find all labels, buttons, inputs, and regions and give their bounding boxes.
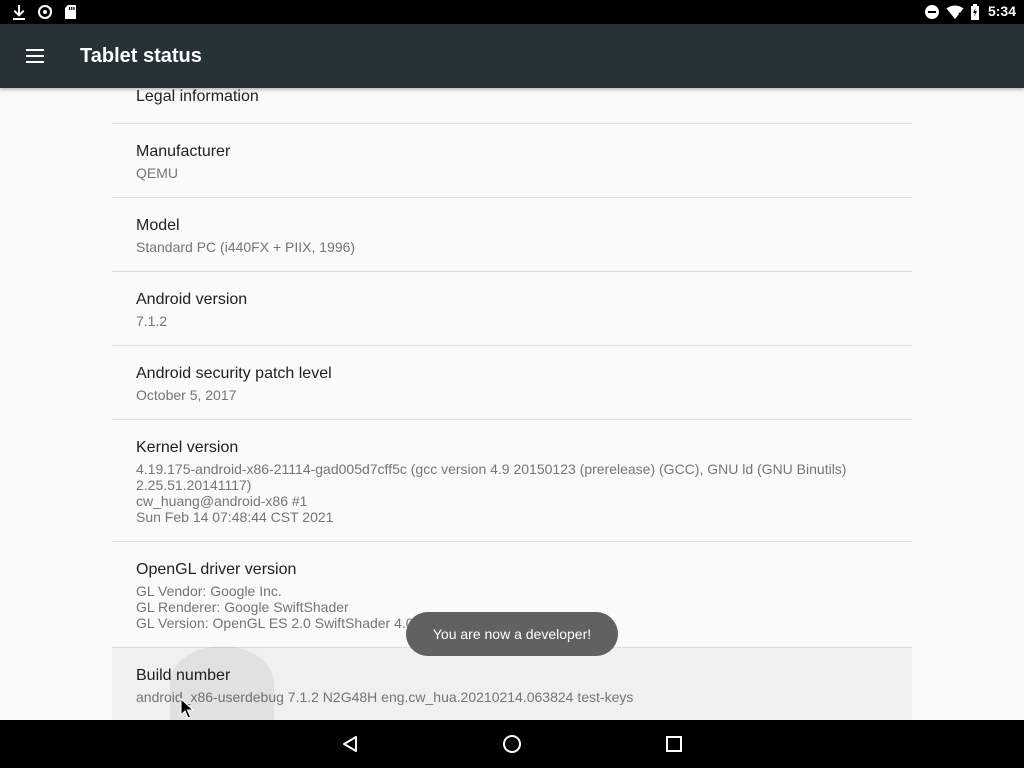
do-not-disturb-icon [924,4,940,20]
settings-item-summary: 7.1.2 [136,313,168,329]
sync-icon [37,4,53,20]
navigation-bar [0,720,1024,768]
status-bar: 5:34 [0,0,1024,24]
settings-item-title: Android version [136,291,248,308]
settings-item-title: Manufacturer [136,143,231,160]
settings-item-title: Legal information [136,88,259,105]
recents-icon[interactable] [650,728,698,760]
wifi-icon [946,4,964,20]
settings-item-summary: 4.19.175-android-x86-21114-gad005d7cff5c… [136,461,847,525]
settings-item-security-patch-level[interactable]: Android security patch level October 5, … [112,346,912,420]
back-icon[interactable] [326,728,374,760]
settings-item-summary: October 5, 2017 [136,387,237,403]
settings-item-summary: Standard PC (i440FX + PIIX, 1996) [136,239,356,255]
settings-item-model[interactable]: Model Standard PC (i440FX + PIIX, 1996) [112,198,912,272]
app-toolbar: Tablet status [0,24,1024,88]
settings-item-legal-information[interactable]: Legal information [112,88,912,124]
settings-item-title: Kernel version [136,439,239,456]
settings-item-manufacturer[interactable]: Manufacturer QEMU [112,124,912,198]
settings-item-title: OpenGL driver version [136,561,297,578]
sd-card-icon [64,4,77,20]
page-title: Tablet status [80,45,202,67]
settings-item-title: Model [136,217,180,234]
mouse-cursor-icon [180,697,195,725]
hamburger-menu-icon[interactable] [16,44,56,68]
settings-item-kernel-version[interactable]: Kernel version 4.19.175-android-x86-2111… [112,420,912,542]
download-icon [12,4,26,20]
home-icon[interactable] [488,728,536,760]
settings-item-title: Android security patch level [136,365,332,382]
battery-icon [970,4,980,20]
settings-item-summary: QEMU [136,165,178,181]
settings-item-android-version[interactable]: Android version 7.1.2 [112,272,912,346]
clock: 5:34 [987,3,1016,19]
toast-message: You are now a developer! [406,612,618,656]
